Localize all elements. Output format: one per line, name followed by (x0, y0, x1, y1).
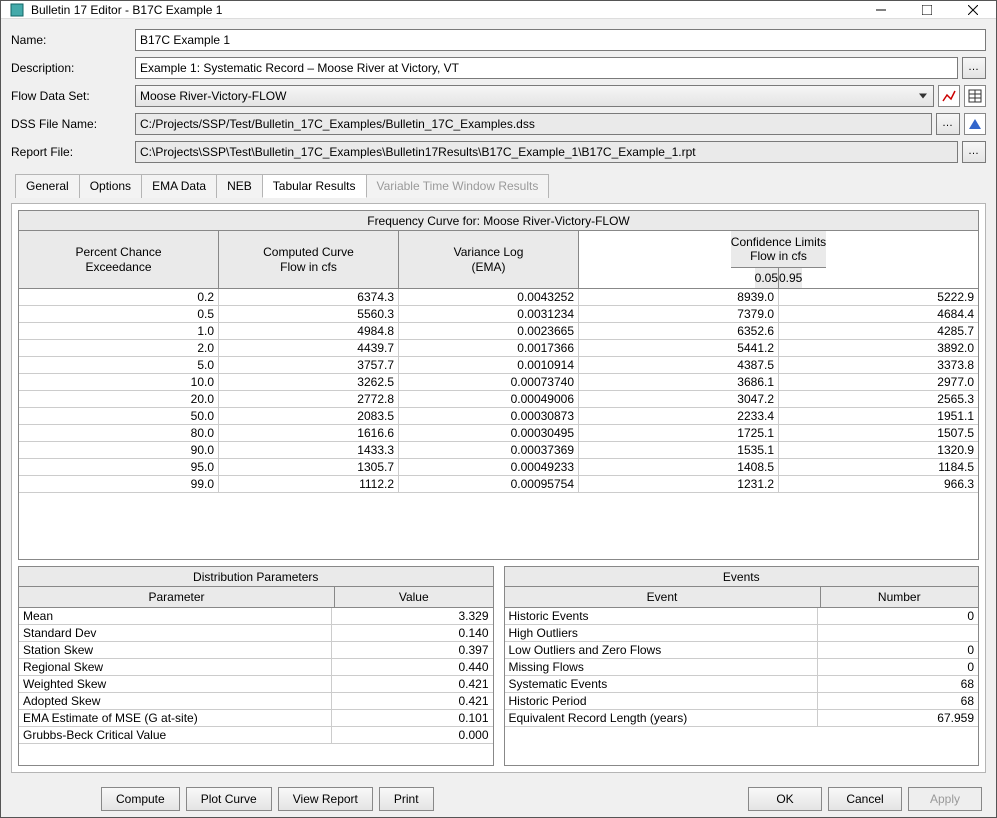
footer-buttons: Compute Plot Curve View Report Print OK … (11, 779, 986, 811)
table-row: Equivalent Record Length (years)67.959 (505, 710, 979, 727)
table-row: Historic Events0 (505, 608, 979, 625)
flowdataset-label: Flow Data Set: (11, 89, 131, 103)
frequency-curve-table: Frequency Curve for: Moose River-Victory… (18, 210, 979, 560)
table-row[interactable]: 2.04439.70.00173665441.23892.0 (19, 340, 978, 357)
dss-plot-blue-icon[interactable] (964, 113, 986, 135)
table-row: Regional Skew0.440 (19, 659, 493, 676)
window-title: Bulletin 17 Editor - B17C Example 1 (31, 3, 858, 17)
table-row: Standard Dev0.140 (19, 625, 493, 642)
dssfile-label: DSS File Name: (11, 117, 131, 131)
cancel-button[interactable]: Cancel (828, 787, 902, 811)
tab-general[interactable]: General (15, 174, 80, 198)
content-area: Name: Description: … Flow Data Set: Moos… (1, 19, 996, 817)
tab-tabular-results[interactable]: Tabular Results (262, 174, 367, 198)
close-button[interactable] (950, 1, 996, 18)
table-row[interactable]: 20.02772.80.000490063047.22565.3 (19, 391, 978, 408)
name-input[interactable] (135, 29, 986, 51)
table-row: Station Skew0.397 (19, 642, 493, 659)
reportfile-label: Report File: (11, 145, 131, 159)
table-row[interactable]: 0.55560.30.00312347379.04684.4 (19, 306, 978, 323)
tab-options[interactable]: Options (79, 174, 142, 198)
view-report-button[interactable]: View Report (278, 787, 373, 811)
distribution-parameters-table: Distribution Parameters Parameter Value … (18, 566, 494, 766)
table-row[interactable]: 1.04984.80.00236656352.64285.7 (19, 323, 978, 340)
table-row[interactable]: 99.01112.20.000957541231.2966.3 (19, 476, 978, 493)
tab-variable-time-window: Variable Time Window Results (366, 174, 550, 198)
distribution-title: Distribution Parameters (19, 567, 493, 587)
plot-curve-button[interactable]: Plot Curve (186, 787, 272, 811)
table-row: Systematic Events68 (505, 676, 979, 693)
print-button[interactable]: Print (379, 787, 434, 811)
app-icon (9, 2, 25, 18)
col-variance-log: Variance Log (EMA) (399, 231, 579, 289)
apply-button: Apply (908, 787, 982, 811)
table-row: Grubbs-Beck Critical Value0.000 (19, 727, 493, 744)
table-row[interactable]: 5.03757.70.00109144387.53373.8 (19, 357, 978, 374)
dssfile-browse-button[interactable]: … (936, 113, 960, 135)
table-row[interactable]: 90.01433.30.000373691535.11320.9 (19, 442, 978, 459)
table-row: Adopted Skew0.421 (19, 693, 493, 710)
table-row: Low Outliers and Zero Flows0 (505, 642, 979, 659)
flowdataset-dropdown[interactable]: Moose River-Victory-FLOW (135, 85, 934, 107)
tabular-results-panel: Frequency Curve for: Moose River-Victory… (11, 203, 986, 773)
events-rows: Historic Events0High OutliersLow Outlier… (505, 608, 979, 765)
reportfile-input (135, 141, 958, 163)
table-row[interactable]: 50.02083.50.000308732233.41951.1 (19, 408, 978, 425)
table-row: EMA Estimate of MSE (G at-site)0.101 (19, 710, 493, 727)
frequency-curve-title: Frequency Curve for: Moose River-Victory… (19, 211, 978, 231)
description-label: Description: (11, 61, 131, 75)
col-conf-95: 0.95 (779, 268, 802, 288)
col-confidence-limits: Confidence Limits Flow in cfs 0.05 0.95 (579, 231, 978, 289)
description-browse-button[interactable]: … (962, 57, 986, 79)
ok-button[interactable]: OK (748, 787, 822, 811)
maximize-button[interactable] (904, 1, 950, 18)
flow-table-icon[interactable] (964, 85, 986, 107)
bulletin17-editor-window: Bulletin 17 Editor - B17C Example 1 Name… (0, 0, 997, 818)
frequency-rows[interactable]: 0.26374.30.00432528939.05222.90.55560.30… (19, 289, 978, 559)
name-label: Name: (11, 33, 131, 47)
table-row: Historic Period68 (505, 693, 979, 710)
description-input[interactable] (135, 57, 958, 79)
table-row[interactable]: 0.26374.30.00432528939.05222.9 (19, 289, 978, 306)
table-row: Missing Flows0 (505, 659, 979, 676)
minimize-button[interactable] (858, 1, 904, 18)
tab-ema-data[interactable]: EMA Data (141, 174, 217, 198)
col-parameter: Parameter (19, 587, 335, 607)
col-computed-curve: Computed Curve Flow in cfs (219, 231, 399, 289)
table-row: Mean3.329 (19, 608, 493, 625)
table-row[interactable]: 80.01616.60.000304951725.11507.5 (19, 425, 978, 442)
events-title: Events (505, 567, 979, 587)
distribution-rows: Mean3.329Standard Dev0.140Station Skew0.… (19, 608, 493, 765)
tab-neb[interactable]: NEB (216, 174, 263, 198)
col-value: Value (335, 587, 493, 607)
col-percent-chance: Percent Chance Exceedance (19, 231, 219, 289)
reportfile-browse-button[interactable]: … (962, 141, 986, 163)
table-row[interactable]: 95.01305.70.000492331408.51184.5 (19, 459, 978, 476)
titlebar: Bulletin 17 Editor - B17C Example 1 (1, 1, 996, 19)
col-event: Event (505, 587, 821, 607)
table-row: Weighted Skew0.421 (19, 676, 493, 693)
col-conf-05: 0.05 (755, 268, 779, 288)
table-row[interactable]: 10.03262.50.000737403686.12977.0 (19, 374, 978, 391)
flow-plot-red-icon[interactable] (938, 85, 960, 107)
dssfile-input (135, 113, 932, 135)
events-table: Events Event Number Historic Events0High… (504, 566, 980, 766)
table-row: High Outliers (505, 625, 979, 642)
col-number: Number (821, 587, 979, 607)
tabstrip: General Options EMA Data NEB Tabular Res… (11, 173, 986, 197)
compute-button[interactable]: Compute (101, 787, 180, 811)
